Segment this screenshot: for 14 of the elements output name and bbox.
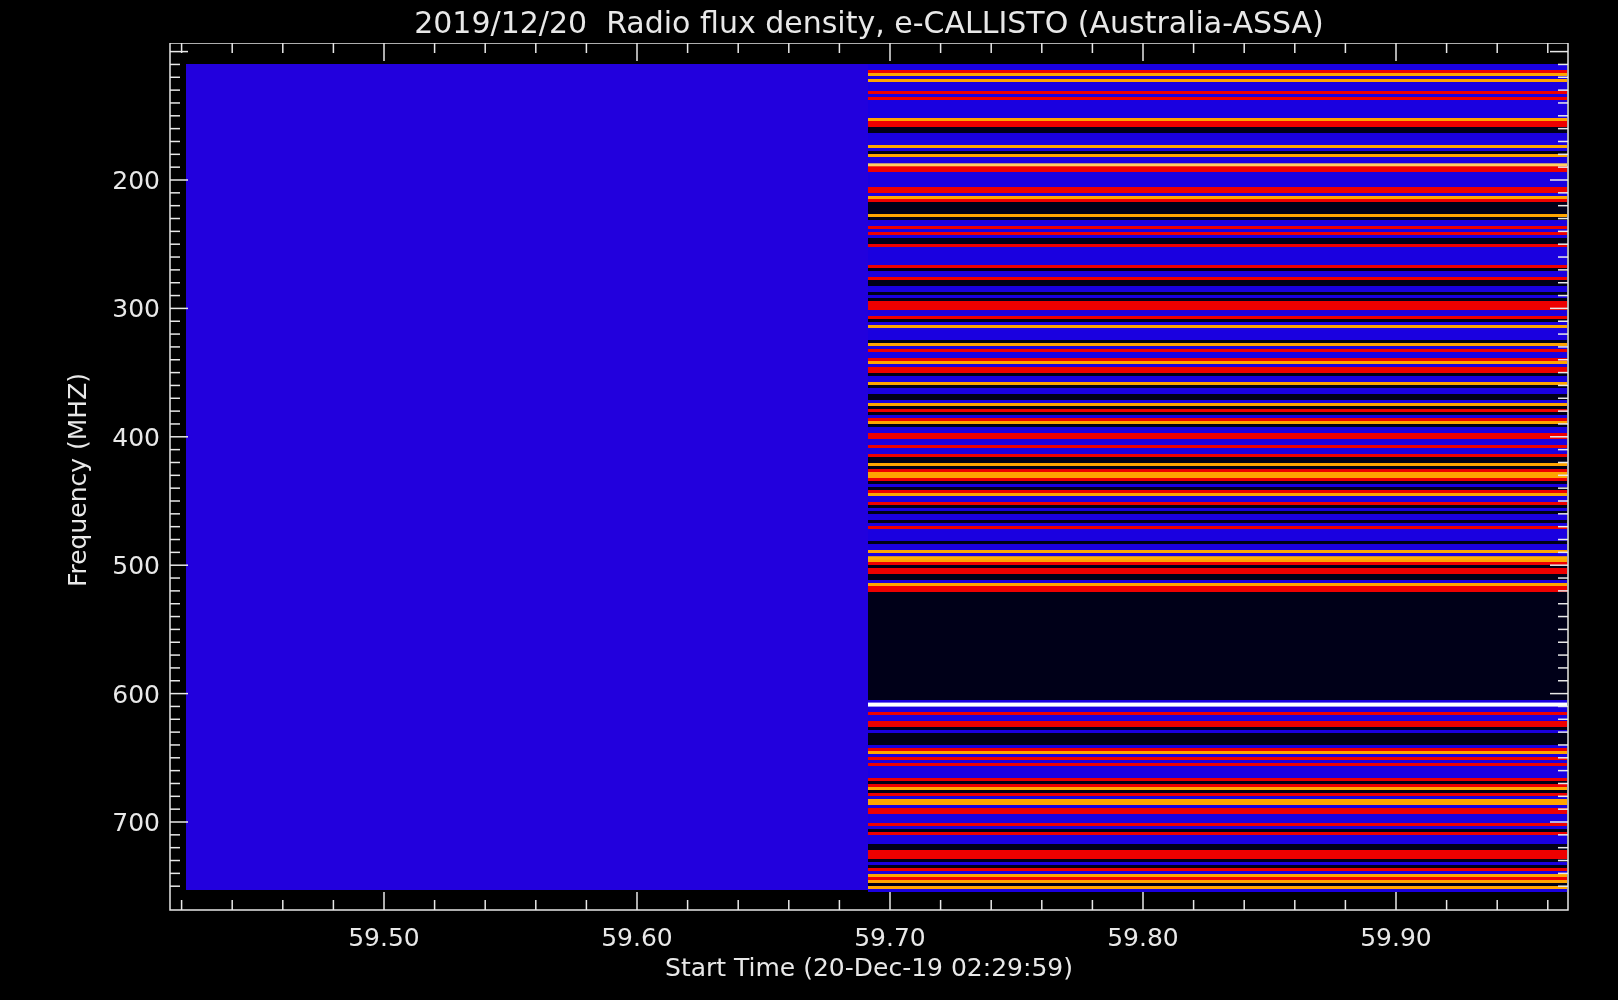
axis-tick-label: 600 <box>112 679 160 709</box>
axis-title: Start Time (20-Dec-19 02:29:59) <box>665 953 1073 982</box>
axis-tick-label: 200 <box>112 166 160 195</box>
axis-tick-label: 400 <box>112 422 160 452</box>
axis-title: Frequency (MHZ) <box>63 372 92 588</box>
axis-tick-label: 500 <box>112 551 160 581</box>
axis-tick-label: 59.80 <box>1107 923 1179 952</box>
axis-tick-label: 59.60 <box>601 923 673 952</box>
axis-tick-label: 59.50 <box>348 923 420 952</box>
chart-title: 2019/12/20 Radio flux density, e-CALLISTO (Australia-ASSA) <box>414 4 1324 42</box>
axis-tick-label: 300 <box>112 294 160 324</box>
axis-tick-label: 700 <box>112 808 160 837</box>
axis-tick-label: 59.90 <box>1360 923 1432 952</box>
axis-tick-label: 59.70 <box>854 923 926 952</box>
